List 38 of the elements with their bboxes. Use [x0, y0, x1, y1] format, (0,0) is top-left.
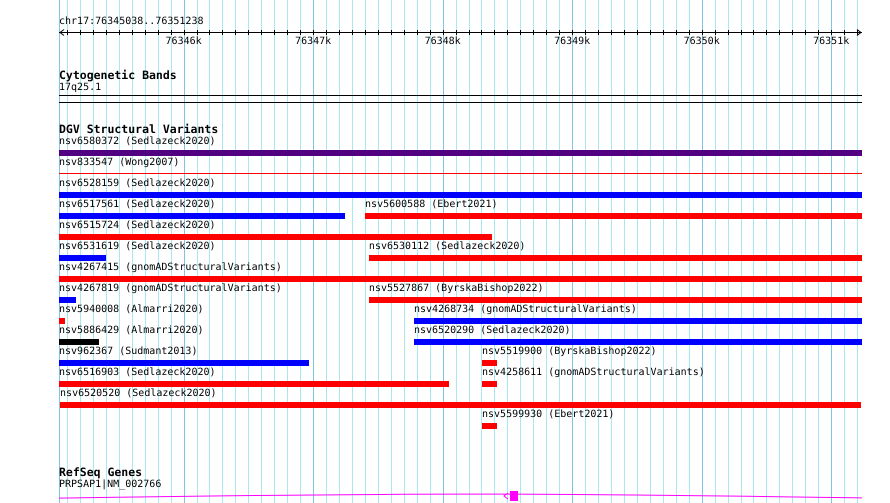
variant-label: nsv4267415 (gnomADStructuralVariants) — [59, 262, 282, 273]
variant-label: nsv5527867 (ByrskaBishop2022) — [368, 283, 544, 294]
variant-label: nsv962367 (Sudmant2013) — [59, 346, 198, 357]
tick-label: 76351k — [813, 37, 850, 47]
tick-label: 76349k — [554, 37, 590, 47]
variant-label: nsv6520290 (Sedlazeck2020) — [414, 325, 571, 336]
variant-label: nsv5600588 (Ebert2021) — [365, 199, 498, 210]
variant-label: nsv6515724 (Sedlazeck2020) — [59, 220, 216, 231]
variant-label: nsv833547 (Wong2007) — [59, 157, 180, 168]
variant-label: nsv6516903 (Sedlazeck2020) — [59, 367, 216, 378]
track-title: RefSeq Genes — [59, 466, 142, 478]
track-title: Cytogenetic Bands — [59, 69, 177, 81]
variant-label: nsv5599930 (Ebert2021) — [482, 409, 614, 420]
variant-label: nsv6528159 (Sedlazeck2020) — [59, 178, 216, 189]
gene-label: PRPSAP1|NM_002766 — [59, 479, 162, 490]
tick-label: 76348k — [424, 37, 461, 47]
variant-bar[interactable] — [482, 360, 497, 366]
variant-bar[interactable] — [482, 423, 497, 429]
variant-label: nsv4258611 (gnomADStructuralVariants) — [482, 367, 705, 378]
variant-line[interactable] — [59, 173, 862, 174]
variant-label: nsv6580372 (Sedlazeck2020) — [59, 136, 216, 147]
band-label: 17q25.1 — [59, 82, 102, 93]
variant-label: nsv5519900 (ByrskaBishop2022) — [482, 346, 657, 357]
variant-label: nsv5940008 (Almarri2020) — [59, 304, 204, 315]
variant-label: nsv6517561 (Sedlazeck2020) — [59, 199, 216, 210]
variant-label: nsv6531619 (Sedlazeck2020) — [59, 241, 216, 252]
variant-label: nsv4267819 (gnomADStructuralVariants) — [59, 283, 282, 294]
track-title: DGV Structural Variants — [59, 123, 218, 135]
tick-label: 76350k — [684, 37, 720, 47]
variant-bar[interactable] — [482, 381, 497, 387]
gene-drawing[interactable] — [59, 491, 862, 501]
variant-label: nsv6530112 (Sedlazeck2020) — [368, 241, 526, 252]
variant-label: nsv5886429 (Almarri2020) — [59, 325, 204, 336]
tick-label: 76347k — [295, 37, 332, 47]
variant-label: nsv6520520 (Sedlazeck2020) — [60, 388, 217, 399]
variant-label: nsv4268734 (gnomADStructuralVariants) — [414, 304, 637, 315]
tick-label: 76346k — [166, 37, 202, 47]
location-label: chr17:76345038..76351238 — [59, 17, 204, 27]
